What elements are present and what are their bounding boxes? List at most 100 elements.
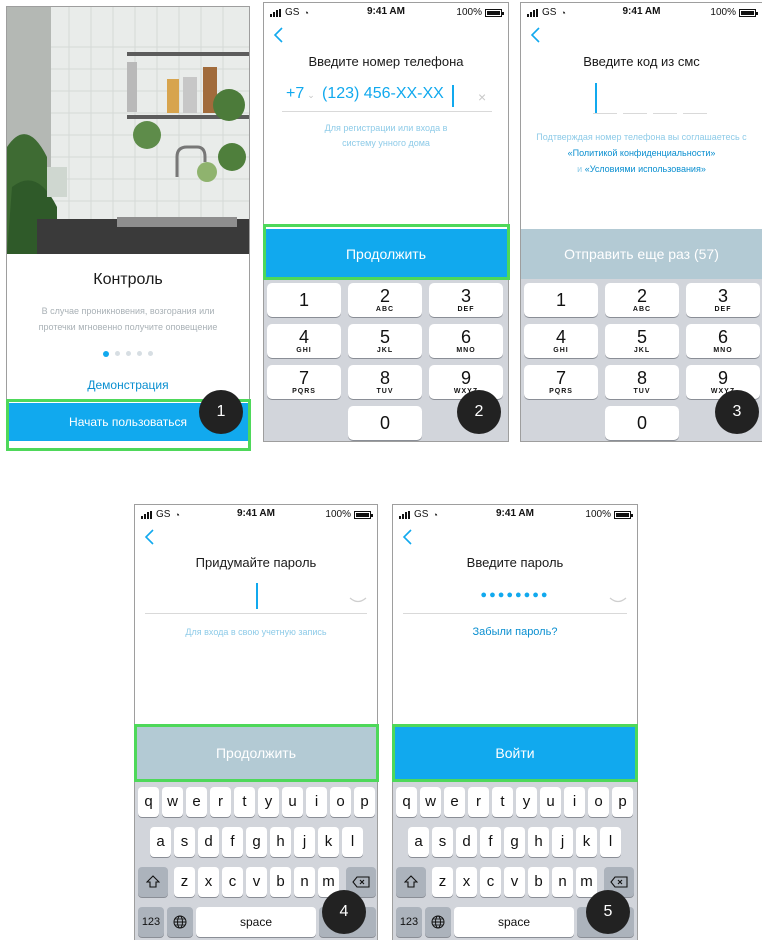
numpad-key-7[interactable]: 7 PQRS <box>267 365 341 399</box>
key-x[interactable]: x <box>198 867 219 897</box>
numpad-key-0[interactable]: 0 <box>605 406 679 440</box>
eye-closed-icon[interactable] <box>609 597 627 605</box>
numpad-key-8[interactable]: 8 TUV <box>348 365 422 399</box>
key-a[interactable]: a <box>150 827 171 857</box>
key-p[interactable]: p <box>354 787 375 817</box>
shift-key[interactable] <box>138 867 168 897</box>
code-digit-3[interactable] <box>653 113 677 114</box>
numpad-key-1[interactable]: 1 <box>524 283 598 317</box>
key-v[interactable]: v <box>504 867 525 897</box>
key-n[interactable]: n <box>552 867 573 897</box>
code-digit-2[interactable] <box>623 113 647 114</box>
key-k[interactable]: k <box>318 827 339 857</box>
key-u[interactable]: u <box>282 787 303 817</box>
page-dot[interactable] <box>148 351 153 356</box>
key-k[interactable]: k <box>576 827 597 857</box>
continue-button-disabled[interactable]: Продолжить <box>135 727 377 779</box>
space-key[interactable]: space <box>454 907 574 937</box>
key-s[interactable]: s <box>432 827 453 857</box>
key-e[interactable]: e <box>186 787 207 817</box>
key-e[interactable]: e <box>444 787 465 817</box>
numpad-key-0[interactable]: 0 <box>348 406 422 440</box>
key-h[interactable]: h <box>528 827 549 857</box>
numpad-key-4[interactable]: 4 GHI <box>524 324 598 358</box>
numpad-key-1[interactable]: 1 <box>267 283 341 317</box>
key-v[interactable]: v <box>246 867 267 897</box>
numpad-key-2[interactable]: 2 ABC <box>348 283 422 317</box>
back-button[interactable] <box>529 27 549 47</box>
key-u[interactable]: u <box>540 787 561 817</box>
back-button[interactable] <box>272 27 292 47</box>
space-key[interactable]: space <box>196 907 316 937</box>
key-l[interactable]: l <box>342 827 363 857</box>
numpad-key-6[interactable]: 6 MNO <box>429 324 503 358</box>
code-digit-4[interactable] <box>683 113 707 114</box>
demo-link[interactable]: Демонстрация <box>7 378 249 392</box>
numpad-key-3[interactable]: 3 DEF <box>429 283 503 317</box>
numpad-key-7[interactable]: 7 PQRS <box>524 365 598 399</box>
code-digit-1[interactable] <box>593 113 617 114</box>
numpad-key-5[interactable]: 5 JKL <box>348 324 422 358</box>
key-j[interactable]: j <box>294 827 315 857</box>
key-f[interactable]: f <box>480 827 501 857</box>
forgot-password-link[interactable]: Забыли пароль? <box>393 626 637 638</box>
back-button[interactable] <box>143 529 163 549</box>
key-d[interactable]: d <box>198 827 219 857</box>
continue-button[interactable]: Продолжить <box>264 229 508 279</box>
key-g[interactable]: g <box>504 827 525 857</box>
numbers-key[interactable]: 123 <box>138 907 164 937</box>
eye-closed-icon[interactable] <box>349 597 367 605</box>
globe-key[interactable] <box>167 907 193 937</box>
key-b[interactable]: b <box>270 867 291 897</box>
resend-button[interactable]: Отправить еще раз (57) <box>521 229 762 279</box>
key-t[interactable]: t <box>492 787 513 817</box>
key-r[interactable]: r <box>468 787 489 817</box>
page-dot[interactable] <box>126 351 131 356</box>
key-x[interactable]: x <box>456 867 477 897</box>
numpad-key-8[interactable]: 8 TUV <box>605 365 679 399</box>
key-a[interactable]: a <box>408 827 429 857</box>
privacy-policy-link[interactable]: «Политикой конфиденциальности» <box>521 145 762 161</box>
key-i[interactable]: i <box>564 787 585 817</box>
key-q[interactable]: q <box>138 787 159 817</box>
phone-input[interactable]: (123) 456-XX-XX <box>322 85 444 103</box>
key-c[interactable]: c <box>222 867 243 897</box>
page-dot[interactable] <box>137 351 142 356</box>
key-w[interactable]: w <box>162 787 183 817</box>
numpad-key-3[interactable]: 3 DEF <box>686 283 760 317</box>
back-button[interactable] <box>401 529 421 549</box>
key-q[interactable]: q <box>396 787 417 817</box>
key-z[interactable]: z <box>174 867 195 897</box>
key-g[interactable]: g <box>246 827 267 857</box>
key-l[interactable]: l <box>600 827 621 857</box>
login-button[interactable]: Войти <box>393 727 637 779</box>
key-s[interactable]: s <box>174 827 195 857</box>
country-code-select[interactable]: +7 ⌄ <box>286 85 315 103</box>
key-t[interactable]: t <box>234 787 255 817</box>
key-o[interactable]: o <box>330 787 351 817</box>
numpad-key-6[interactable]: 6 MNO <box>686 324 760 358</box>
password-input[interactable]: ●●●●●●●● <box>393 589 637 601</box>
key-z[interactable]: z <box>432 867 453 897</box>
key-p[interactable]: p <box>612 787 633 817</box>
key-m[interactable]: m <box>576 867 597 897</box>
key-n[interactable]: n <box>294 867 315 897</box>
key-r[interactable]: r <box>210 787 231 817</box>
shift-key[interactable] <box>396 867 426 897</box>
numpad-key-5[interactable]: 5 JKL <box>605 324 679 358</box>
key-d[interactable]: d <box>456 827 477 857</box>
key-y[interactable]: y <box>516 787 537 817</box>
numpad-key-2[interactable]: 2 ABC <box>605 283 679 317</box>
terms-link[interactable]: «Условиями использования» <box>585 164 706 174</box>
key-c[interactable]: c <box>480 867 501 897</box>
key-i[interactable]: i <box>306 787 327 817</box>
key-o[interactable]: o <box>588 787 609 817</box>
clear-input-icon[interactable]: × <box>478 89 486 105</box>
key-h[interactable]: h <box>270 827 291 857</box>
globe-key[interactable] <box>425 907 451 937</box>
key-j[interactable]: j <box>552 827 573 857</box>
numpad-key-4[interactable]: 4 GHI <box>267 324 341 358</box>
key-f[interactable]: f <box>222 827 243 857</box>
page-dot-active[interactable] <box>103 351 109 357</box>
key-y[interactable]: y <box>258 787 279 817</box>
